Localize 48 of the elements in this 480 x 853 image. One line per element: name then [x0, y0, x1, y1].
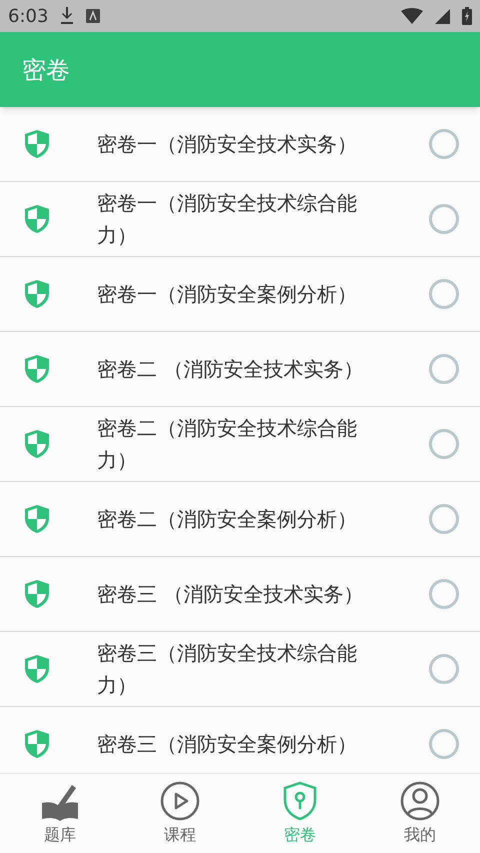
radio-button[interactable]	[429, 579, 459, 609]
paper-title: 密卷一（消防安全案例分析）	[97, 281, 358, 308]
paper-title: 密卷三（消防安全案例分析）	[97, 731, 358, 758]
nav-tab[interactable]: 题库	[0, 774, 120, 853]
shield-icon	[24, 204, 50, 234]
paper-list-item[interactable]: 密卷二（消防安全案例分析）	[0, 482, 480, 557]
shield-icon	[24, 279, 50, 309]
shield-icon	[24, 504, 50, 534]
radio-button[interactable]	[429, 129, 459, 159]
wifi-icon	[401, 8, 423, 24]
paper-list-item[interactable]: 密卷二 （消防安全技术实务）	[0, 332, 480, 407]
radio-button[interactable]	[429, 354, 459, 384]
paper-list-item[interactable]: 密卷一（消防安全案例分析）	[0, 257, 480, 332]
paper-list-item[interactable]: 密卷三（消防安全技术综合能力）	[0, 632, 480, 707]
nav-tab[interactable]: 我的	[360, 774, 480, 853]
app-notification-icon	[86, 9, 100, 23]
paper-list-item[interactable]: 密卷二（消防安全技术综合能力）	[0, 407, 480, 482]
paper-title: 密卷二（消防安全案例分析）	[97, 506, 358, 533]
status-time: 6:03	[8, 4, 48, 28]
app-bar-title: 密卷	[22, 54, 70, 86]
paper-title: 密卷三 （消防安全技术实务）	[97, 581, 364, 608]
shield-icon	[24, 579, 50, 609]
shield-icon	[24, 729, 50, 759]
shield-icon	[24, 354, 50, 384]
play-circle-icon	[160, 780, 200, 820]
paper-title: 密卷三（消防安全技术综合能力）	[97, 640, 358, 699]
shield-keyhole-icon	[283, 780, 317, 820]
shield-icon	[24, 129, 50, 159]
radio-button[interactable]	[429, 279, 459, 309]
radio-button[interactable]	[429, 729, 459, 759]
paper-title: 密卷一（消防安全技术综合能力）	[97, 190, 358, 249]
signal-icon	[435, 8, 450, 24]
paper-list-item[interactable]: 密卷一（消防安全技术实务）	[0, 107, 480, 182]
battery-icon	[462, 7, 472, 25]
paper-title: 密卷二（消防安全技术综合能力）	[97, 415, 358, 474]
radio-button[interactable]	[429, 429, 459, 459]
shield-icon	[24, 654, 50, 684]
radio-button[interactable]	[429, 504, 459, 534]
radio-button[interactable]	[429, 204, 459, 234]
paper-list-item[interactable]: 密卷一（消防安全技术综合能力）	[0, 182, 480, 257]
nav-tab[interactable]: 课程	[120, 774, 240, 853]
paper-title: 密卷二 （消防安全技术实务）	[97, 356, 364, 383]
paper-title: 密卷一（消防安全技术实务）	[97, 131, 358, 158]
download-icon	[60, 7, 74, 25]
paper-list-item[interactable]: 密卷三 （消防安全技术实务）	[0, 557, 480, 632]
user-icon	[400, 780, 440, 820]
shield-icon	[24, 429, 50, 459]
radio-button[interactable]	[429, 654, 459, 684]
